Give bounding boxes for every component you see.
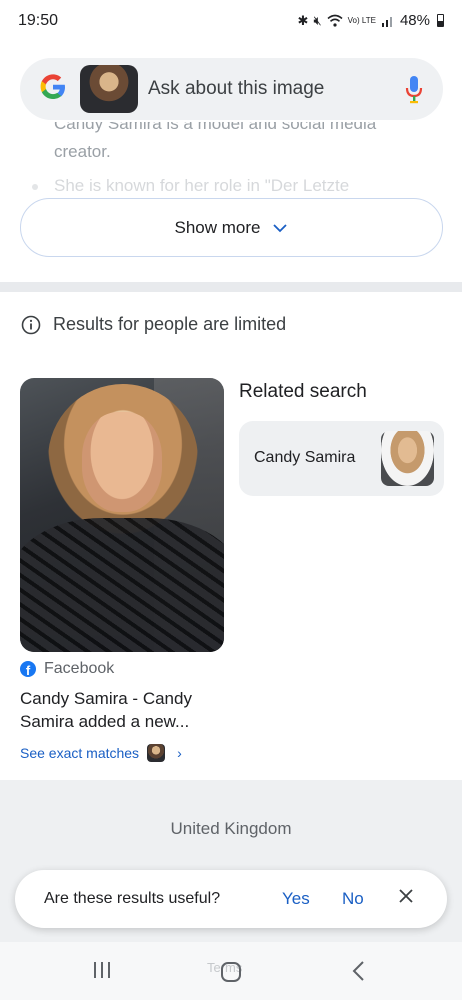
query-image-thumbnail[interactable] bbox=[80, 65, 138, 113]
see-exact-matches-link[interactable]: See exact matches › bbox=[20, 744, 182, 762]
related-search-thumbnail bbox=[381, 431, 434, 486]
battery-icon bbox=[437, 14, 444, 27]
footer-location: United Kingdom bbox=[170, 819, 292, 838]
feedback-question: Are these results useful? bbox=[44, 890, 221, 907]
result-title[interactable]: Candy Samira - Candy Samira added a new.… bbox=[20, 687, 225, 733]
overview-line: Candy Samira is a model and social media bbox=[54, 122, 377, 133]
result-source[interactable]: f Facebook bbox=[20, 660, 114, 678]
show-more-button[interactable]: Show more bbox=[20, 198, 443, 257]
chevron-right-icon: › bbox=[177, 745, 182, 761]
source-name: Facebook bbox=[44, 660, 115, 677]
wifi-icon bbox=[327, 14, 343, 27]
close-icon[interactable] bbox=[398, 888, 414, 904]
related-search-label: Candy Samira bbox=[254, 449, 356, 466]
notice-text: Results for people are limited bbox=[53, 314, 287, 334]
overview-bullet: She is known for her role in "Der Letzte bbox=[54, 176, 350, 195]
overview-line: creator. bbox=[54, 142, 111, 161]
related-search-chip[interactable]: Candy Samira bbox=[239, 421, 444, 496]
battery-percent: 48% bbox=[399, 12, 430, 29]
chevron-down-icon bbox=[273, 223, 288, 232]
search-input[interactable]: Ask about this image bbox=[148, 78, 324, 100]
show-more-label: Show more bbox=[174, 217, 261, 237]
facebook-icon: f bbox=[20, 661, 36, 677]
mute-icon: 🔇︎ bbox=[313, 12, 322, 28]
exact-match-thumbnail bbox=[147, 744, 166, 762]
exact-matches-label: See exact matches bbox=[20, 745, 140, 761]
google-g-icon bbox=[40, 74, 65, 99]
bluetooth-icon: ✱ bbox=[297, 12, 309, 28]
status-time: 19:50 bbox=[18, 12, 59, 29]
feedback-prompt: Are these results useful? Yes No bbox=[15, 870, 447, 928]
feedback-no-button[interactable]: No bbox=[342, 889, 364, 909]
feedback-yes-button[interactable]: Yes bbox=[282, 889, 310, 909]
section-divider bbox=[0, 282, 462, 292]
recent-apps-icon[interactable] bbox=[92, 961, 112, 979]
back-icon[interactable] bbox=[352, 961, 366, 981]
signal-icon bbox=[381, 17, 392, 27]
result-image[interactable] bbox=[20, 378, 224, 652]
people-results-notice[interactable]: Results for people are limited bbox=[21, 314, 286, 335]
network-type: Vo) LTE bbox=[347, 15, 376, 25]
status-bar: 19:50 ✱ 🔇︎ Vo) LTE 48% bbox=[0, 0, 462, 44]
home-icon[interactable] bbox=[221, 962, 241, 982]
search-bar[interactable]: Ask about this image bbox=[20, 58, 443, 120]
info-icon bbox=[21, 315, 41, 334]
status-icons: ✱ 🔇︎ Vo) LTE 48% bbox=[298, 12, 444, 29]
related-search-heading: Related search bbox=[239, 381, 367, 402]
system-nav-bar: Terms bbox=[0, 942, 462, 1000]
mic-icon[interactable] bbox=[405, 74, 423, 104]
bullet-dot bbox=[32, 184, 38, 190]
